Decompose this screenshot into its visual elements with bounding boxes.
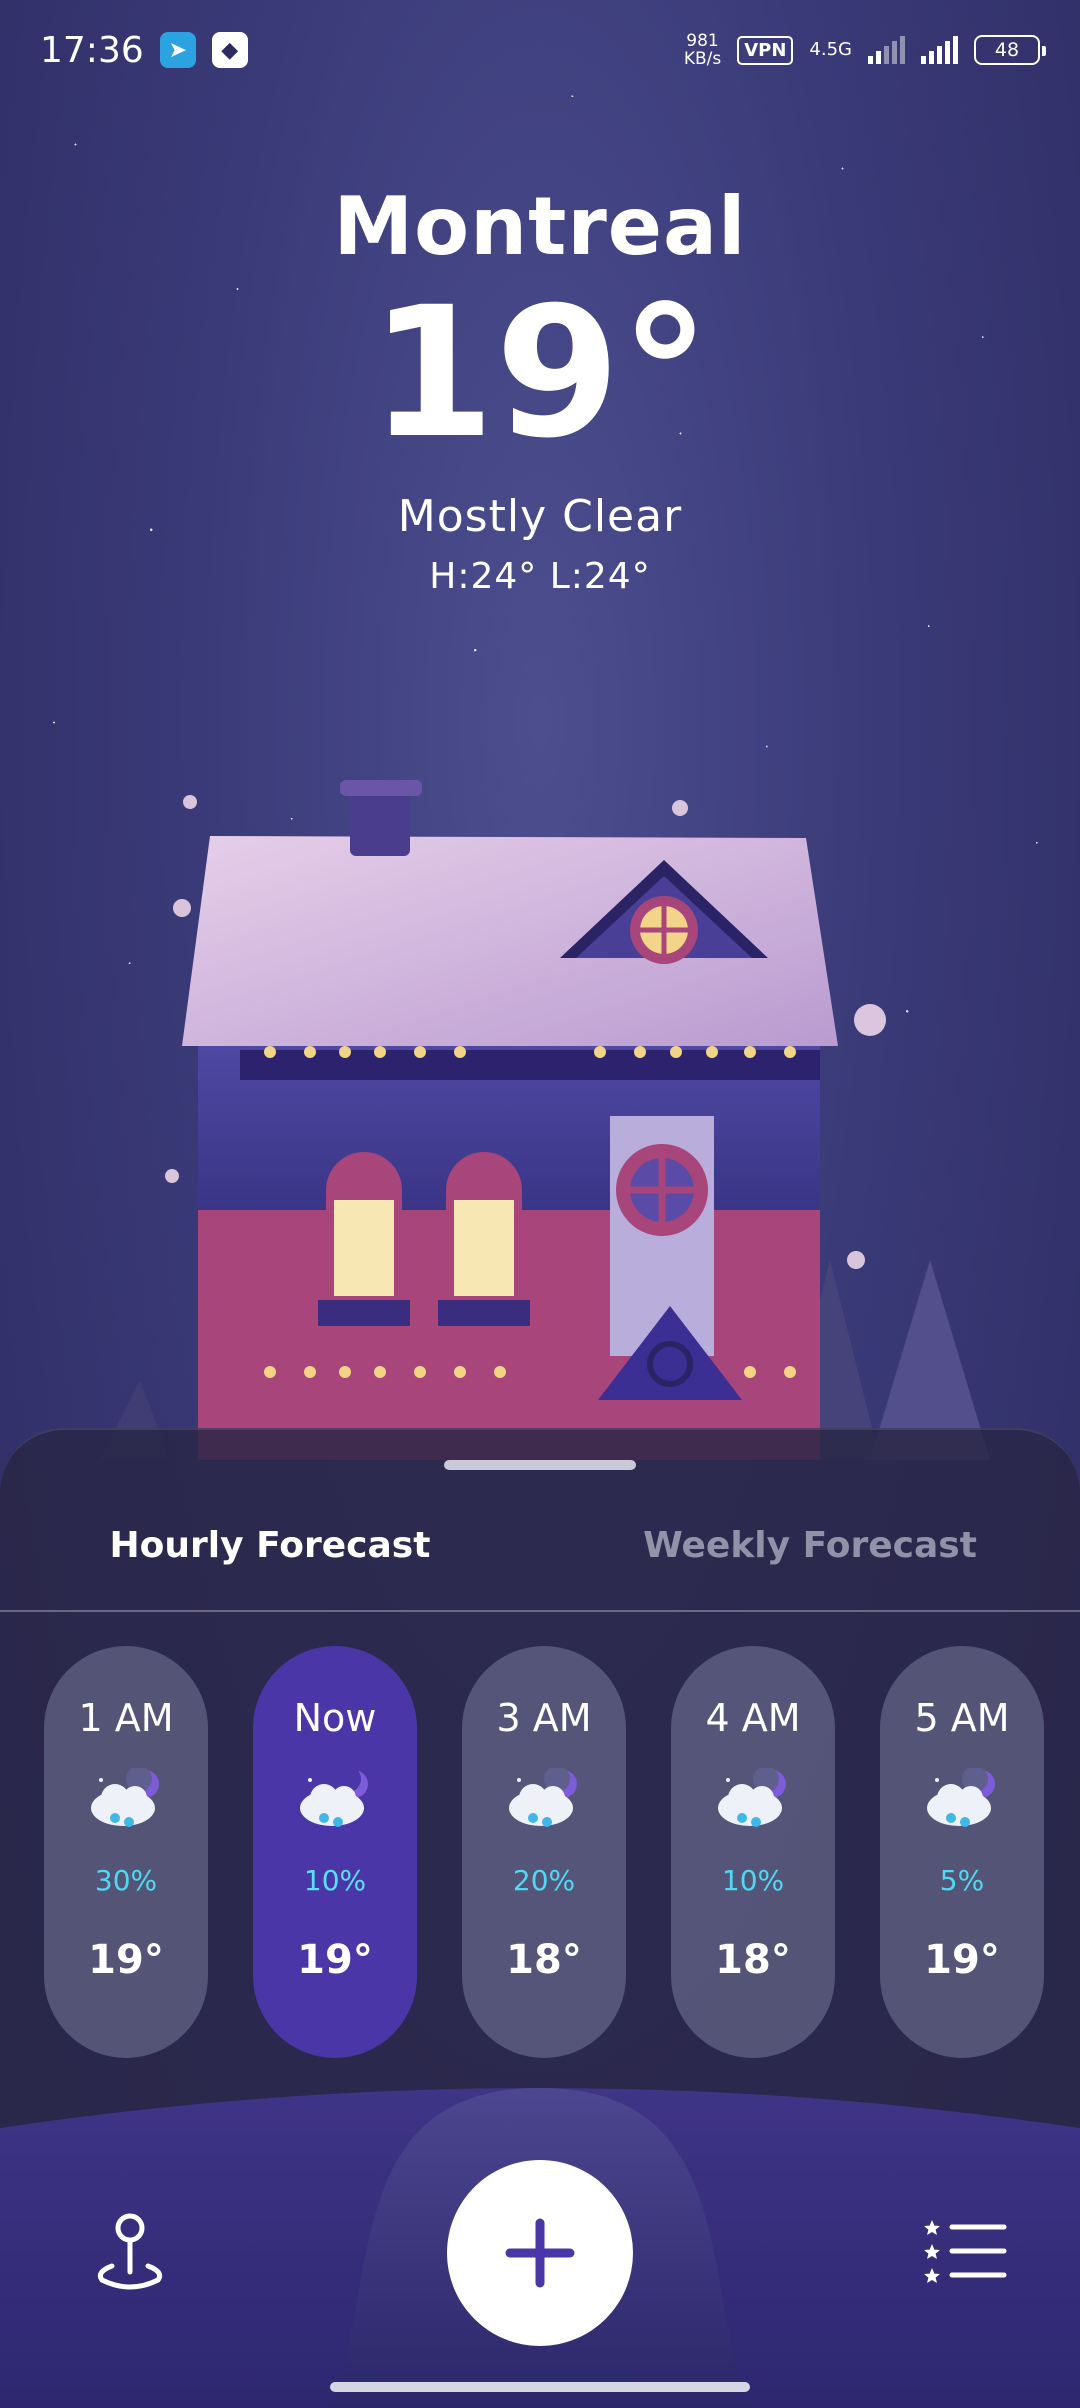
precipitation-chance: 30%	[94, 1864, 158, 1897]
weather-condition: Mostly Clear	[397, 491, 683, 542]
hourly-item[interactable]: 1 AM 30% 19°	[44, 1646, 208, 2058]
tab-divider	[0, 1610, 1080, 1612]
hourly-temperature: 19°	[297, 1937, 373, 1983]
plus-icon	[505, 2218, 575, 2288]
night-snow-cloud-icon	[300, 1768, 368, 1827]
hourly-temperature: 18°	[506, 1937, 582, 1983]
hourly-time: 3 AM	[496, 1696, 592, 1740]
forecast-tabs: Hourly Forecast Weekly Forecast	[0, 1502, 1080, 1590]
hourly-temperature: 19°	[924, 1937, 1000, 1983]
precipitation-chance: 20%	[512, 1864, 576, 1897]
hourly-item[interactable]: 3 AM 20% 18°	[462, 1646, 626, 2058]
status-bar: 17:36 ➤ ◆ 981 KB/s VPN 4.5G 48	[0, 0, 1080, 100]
bottom-navigation	[0, 2088, 1080, 2408]
location-pin-icon[interactable]	[92, 2212, 168, 2292]
hourly-item-now[interactable]: Now 10% 19°	[253, 1646, 417, 2058]
hourly-time: 1 AM	[78, 1696, 174, 1740]
hourly-time: 4 AM	[705, 1696, 801, 1740]
current-temperature: 19°	[369, 269, 711, 478]
sheet-drag-handle[interactable]	[444, 1460, 636, 1470]
hourly-time: 5 AM	[914, 1696, 1010, 1740]
house-illustration	[100, 780, 990, 1460]
tab-hourly-forecast[interactable]: Hourly Forecast	[0, 1502, 540, 1590]
app-notification-icon: ◆	[211, 32, 248, 68]
hourly-temperature: 19°	[88, 1937, 164, 1983]
network-speed: 981 KB/s	[683, 31, 722, 69]
current-weather: Montreal 19° Mostly Clear H:24° L:24°	[0, 180, 1080, 597]
night-snow-cloud-icon	[91, 1768, 159, 1827]
battery-icon: 48	[974, 35, 1046, 65]
battery-level: 48	[994, 39, 1020, 61]
vpn-badge: VPN	[737, 35, 794, 65]
clock: 17:36	[40, 29, 144, 71]
hourly-item[interactable]: 4 AM 10% 18°	[671, 1646, 835, 2058]
high-low-temperature: H:24° L:24°	[429, 556, 651, 597]
signal-icon-sim2	[868, 36, 905, 64]
home-indicator[interactable]	[330, 2382, 750, 2392]
hourly-time: Now	[293, 1696, 377, 1740]
precipitation-chance: 5%	[939, 1864, 985, 1897]
night-snow-cloud-icon	[927, 1768, 995, 1827]
signal-icon-sim1	[921, 36, 958, 64]
add-city-button[interactable]	[447, 2160, 633, 2346]
city-name: Montreal	[333, 180, 747, 273]
night-snow-cloud-icon	[718, 1768, 786, 1827]
hourly-temperature: 18°	[715, 1937, 791, 1983]
network-type: 4.5G	[809, 39, 852, 60]
telegram-icon: ➤	[159, 32, 196, 68]
hourly-forecast-list: 1 AM 30% 19° Now 10% 19° 3 AM 20% 18° 4 …	[44, 1646, 1044, 2066]
hourly-item[interactable]: 5 AM 5% 19°	[880, 1646, 1044, 2058]
tab-weekly-forecast[interactable]: Weekly Forecast	[540, 1502, 1080, 1590]
precipitation-chance: 10%	[721, 1864, 785, 1897]
starred-list-icon[interactable]	[924, 2218, 1008, 2286]
night-snow-cloud-icon	[509, 1768, 577, 1827]
precipitation-chance: 10%	[303, 1864, 367, 1897]
